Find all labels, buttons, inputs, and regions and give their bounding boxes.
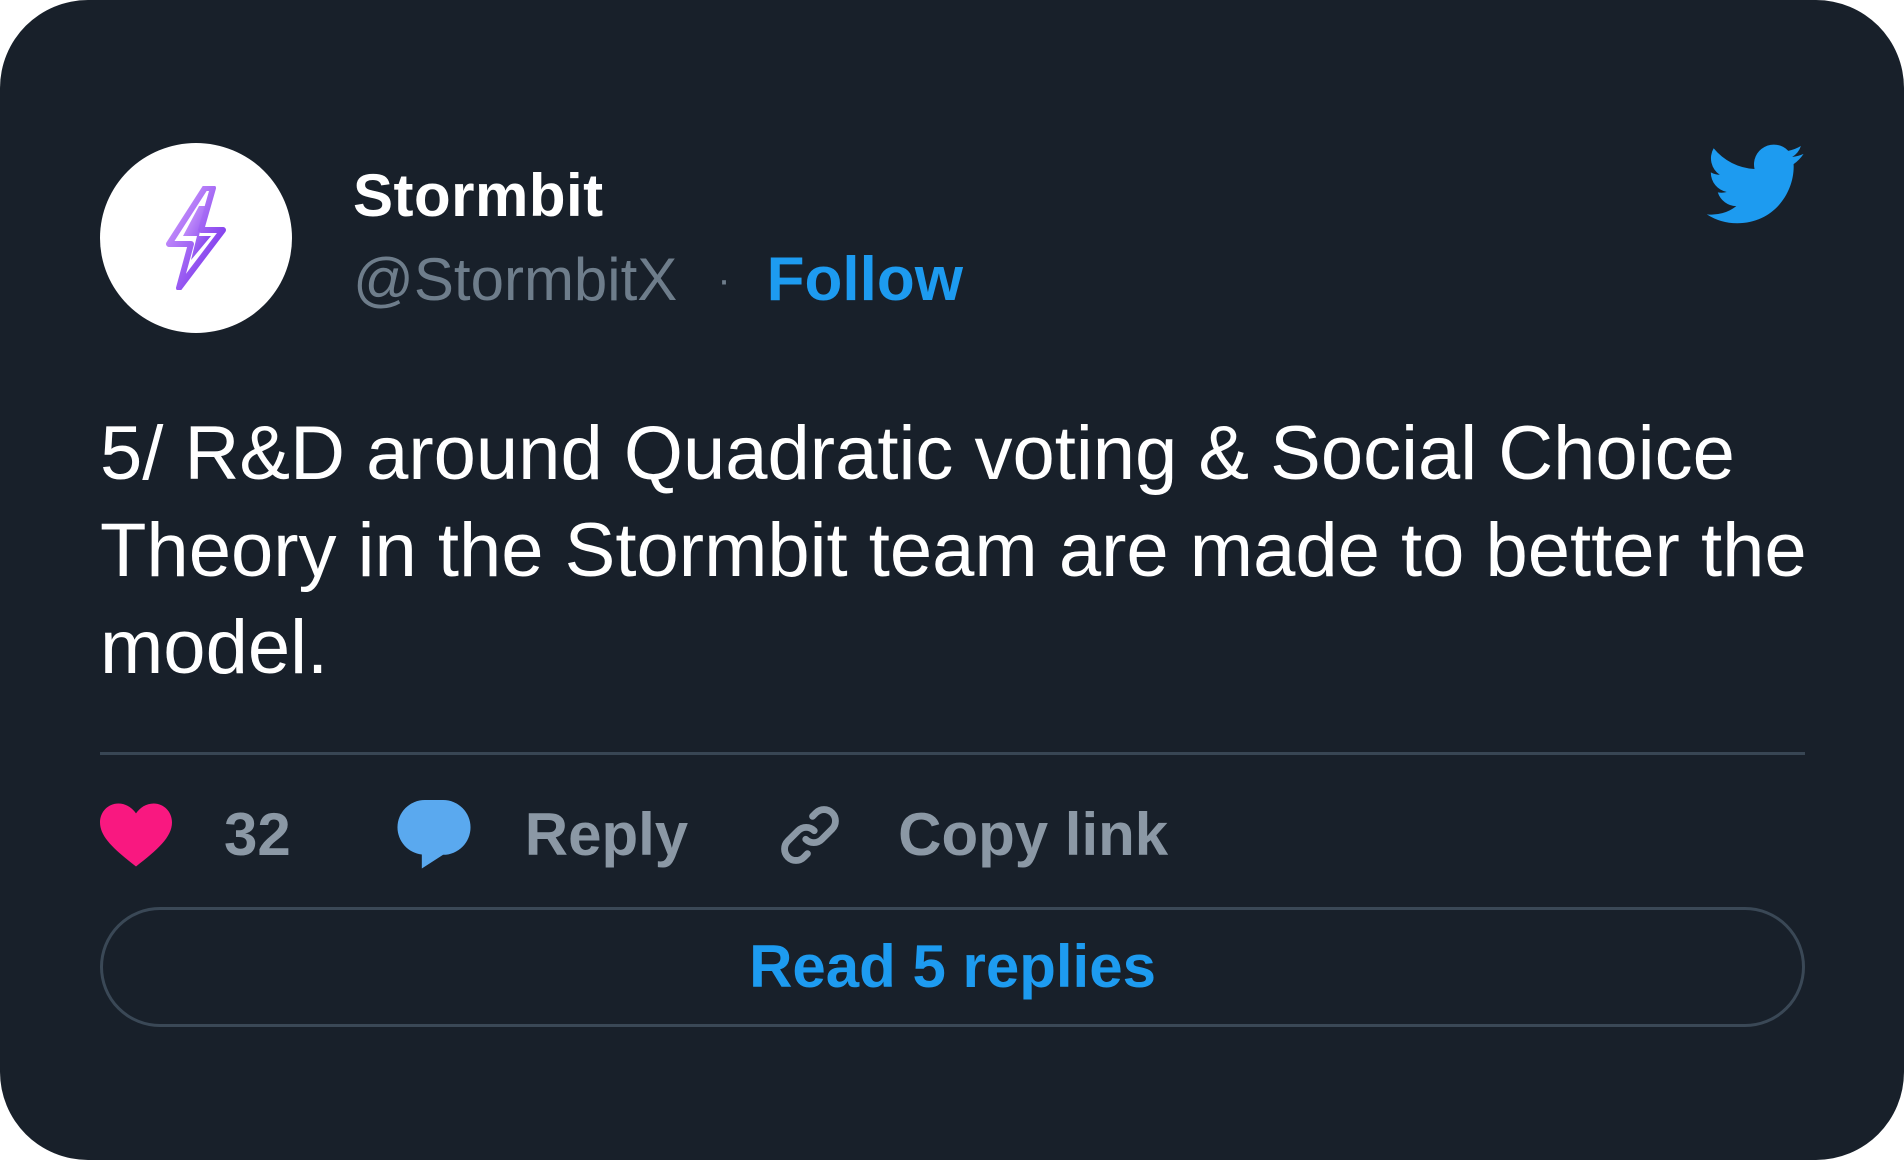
lightning-bolt-icon [166, 186, 226, 290]
reply-label: Reply [524, 801, 689, 868]
read-replies-label: Read 5 replies [749, 933, 1156, 1000]
reply-button[interactable]: Reply [397, 790, 688, 880]
read-replies-button[interactable]: Read 5 replies [100, 907, 1805, 1027]
like-count: 32 [224, 801, 291, 868]
author-handle-row: @StormbitX · Follow [353, 242, 963, 318]
copy-link-label: Copy link [898, 801, 1169, 868]
heart-icon [100, 803, 172, 867]
tweet-text: 5/ R&D around Quadratic voting & Social … [100, 411, 1807, 690]
tweet-actions: 32 Reply Copy link [100, 790, 1168, 880]
author-handle[interactable]: @StormbitX [353, 242, 677, 318]
author-display-name[interactable]: Stormbit [353, 160, 604, 232]
avatar[interactable] [100, 143, 292, 333]
tweet-card: Stormbit @StormbitX · Follow 5/ R&D arou… [0, 0, 1904, 1160]
link-icon [781, 806, 839, 864]
like-button[interactable]: 32 [100, 790, 291, 880]
follow-button[interactable]: Follow [767, 242, 963, 318]
speech-bubble-icon [397, 800, 471, 869]
divider [100, 752, 1805, 755]
twitter-bird-icon[interactable] [1706, 144, 1806, 226]
separator-dot: · [717, 258, 731, 302]
copy-link-button[interactable]: Copy link [776, 790, 1168, 880]
